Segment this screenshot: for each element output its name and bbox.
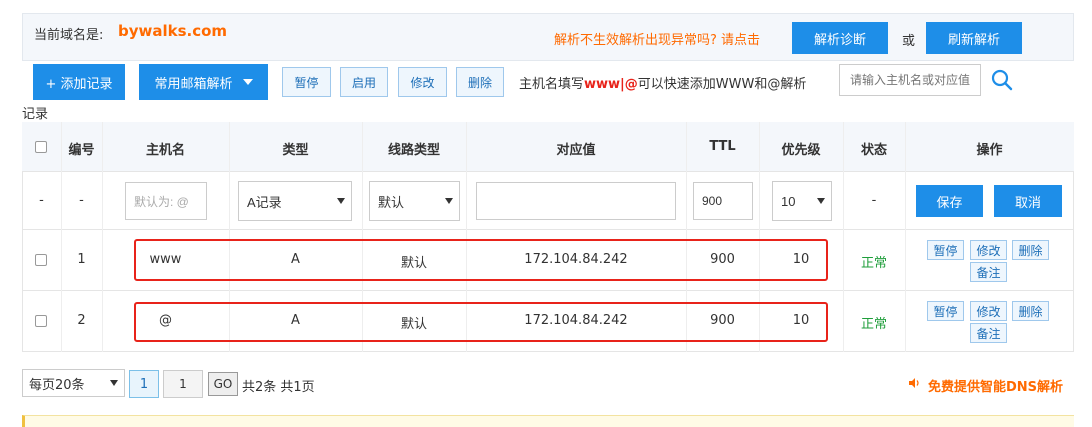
current-page-button[interactable]: 1	[129, 370, 159, 398]
row-checkbox[interactable]	[35, 254, 47, 266]
row-status: 正常	[860, 317, 887, 332]
priority-value: 10	[781, 193, 796, 209]
caret-down-icon	[242, 79, 253, 85]
delete-button[interactable]: 删除	[456, 67, 504, 97]
line-type-value: 默认	[378, 194, 405, 210]
cancel-button[interactable]: 取消	[994, 185, 1062, 217]
add-record-label: + 添加记录	[45, 76, 113, 92]
row-divider	[22, 229, 1074, 230]
hint-prefix: 主机名填写	[519, 77, 585, 92]
pause-button[interactable]: 暂停	[282, 67, 331, 97]
row-delete-button[interactable]: 删除	[1012, 240, 1049, 260]
highlight-box	[134, 302, 828, 342]
page-size-value: 每页20条	[29, 377, 85, 393]
row-modify-button[interactable]: 修改	[970, 240, 1007, 260]
search-input[interactable]	[839, 64, 981, 96]
row-status: 正常	[860, 256, 887, 271]
col-header-type: 类型	[282, 143, 309, 158]
go-button[interactable]: GO	[208, 372, 238, 396]
speaker-icon	[909, 378, 919, 388]
line-type-select[interactable]: 默认	[369, 181, 460, 221]
modify-button[interactable]: 修改	[398, 67, 447, 97]
new-row-num: -	[79, 193, 84, 208]
hint-red: www|@	[584, 77, 638, 92]
row-note-button[interactable]: 备注	[970, 323, 1007, 343]
col-header-line: 线路类型	[387, 143, 440, 158]
row-pause-button[interactable]: 暂停	[927, 301, 964, 321]
col-header-ttl: TTL	[709, 139, 736, 154]
mail-template-label: 常用邮箱解析	[154, 76, 233, 92]
host-input[interactable]: 默认为: @	[125, 182, 207, 220]
page-size-select[interactable]: 每页20条	[22, 369, 125, 397]
select-all-checkbox[interactable]	[35, 141, 47, 153]
col-header-value: 对应值	[556, 143, 596, 158]
row-num: 1	[77, 252, 86, 267]
row-delete-button[interactable]: 删除	[1012, 301, 1049, 321]
mail-template-dropdown[interactable]: 常用邮箱解析	[139, 64, 268, 100]
col-header-num: 编号	[68, 143, 95, 158]
notice-strip	[22, 415, 1074, 427]
col-header-host: 主机名	[145, 143, 185, 158]
col-header-priority: 优先级	[781, 143, 821, 158]
search-icon[interactable]	[989, 67, 1015, 93]
ttl-input[interactable]: 900	[693, 182, 753, 220]
record-type-value: A记录	[247, 194, 282, 210]
select-arrow-icon	[337, 198, 345, 204]
row-note-button[interactable]: 备注	[970, 262, 1007, 282]
row-checkbox[interactable]	[35, 315, 47, 327]
enable-button[interactable]: 启用	[340, 67, 388, 97]
col-header-status: 状态	[860, 143, 887, 158]
row-pause-button[interactable]: 暂停	[927, 240, 964, 260]
diagnose-button[interactable]: 解析诊断	[792, 22, 888, 54]
select-arrow-icon	[110, 380, 118, 386]
domain-name: bywalks.com	[118, 22, 228, 40]
dns-promo-link[interactable]: 免费提供智能DNS解析	[928, 376, 1063, 395]
record-type-select[interactable]: A记录	[238, 181, 352, 221]
row-modify-button[interactable]: 修改	[970, 301, 1007, 321]
help-link[interactable]: 解析不生效解析出现异常吗? 请点击	[554, 29, 760, 48]
highlight-box	[134, 239, 828, 281]
row-divider	[22, 290, 1074, 291]
row-num: 2	[77, 313, 86, 328]
new-row-status: -	[871, 193, 877, 208]
value-input[interactable]	[476, 182, 676, 220]
host-hint: 主机名填写www|@可以快速添加WWW和@解析	[519, 73, 806, 92]
domain-label: 当前域名是:	[34, 28, 104, 43]
select-arrow-icon	[445, 198, 453, 204]
hint-continuation: 记录	[22, 107, 49, 122]
add-record-button[interactable]: + 添加记录	[33, 64, 125, 100]
hint-suffix: 可以快速添加WWW和@解析	[637, 77, 807, 92]
priority-select[interactable]: 10	[772, 181, 832, 221]
total-count: 共2条 共1页	[242, 380, 315, 395]
select-arrow-icon	[817, 198, 825, 204]
or-text: 或	[902, 34, 916, 49]
refresh-button[interactable]: 刷新解析	[926, 22, 1022, 54]
page-jump-input[interactable]: 1	[163, 370, 203, 398]
save-button[interactable]: 保存	[916, 185, 983, 217]
new-row-index: -	[39, 193, 44, 208]
col-header-actions: 操作	[976, 143, 1003, 158]
